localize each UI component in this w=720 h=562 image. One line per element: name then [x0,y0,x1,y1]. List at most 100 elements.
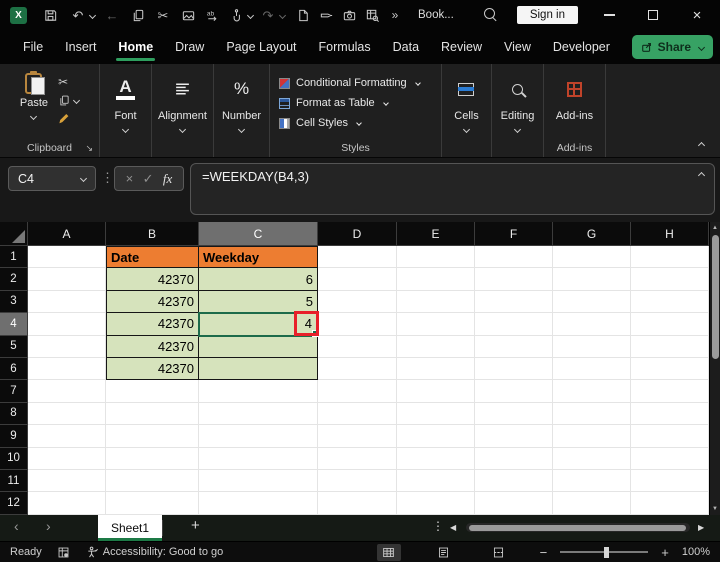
cell-e5[interactable] [397,335,475,358]
cell-g3[interactable] [553,290,631,314]
share-button[interactable]: Share [631,35,713,59]
maximize-button[interactable] [644,6,662,24]
formula-bar-ellipsis-icon[interactable]: ⋮ [101,170,114,186]
cell-g6[interactable] [553,357,631,381]
row-header-1[interactable]: 1 [0,246,28,269]
vertical-scrollbar-thumb[interactable] [712,235,719,359]
cell-c3[interactable]: 5 [199,290,318,314]
row-header-12[interactable]: 12 [0,492,28,515]
column-header-b[interactable]: B [106,222,199,246]
cell-c2[interactable]: 6 [199,268,318,291]
cell-d2[interactable] [318,268,397,291]
tab-data[interactable]: Data [382,30,430,64]
cell-f6[interactable] [475,357,553,381]
cell-f10[interactable] [475,447,553,470]
find-replace-icon[interactable]: ab [203,6,221,24]
cell-b11[interactable] [106,469,199,493]
cell-c12[interactable] [199,492,318,515]
cell-a3[interactable] [28,290,106,314]
page-break-view-button[interactable] [487,544,511,561]
cell-d9[interactable] [318,425,397,448]
cell-b8[interactable] [106,402,199,426]
zoom-slider-thumb[interactable] [604,546,610,558]
cell-e1[interactable] [397,246,475,269]
cell-b5[interactable]: 42370 [106,335,199,358]
cell-e3[interactable] [397,290,475,314]
copy-icon[interactable] [129,6,147,24]
normal-view-button[interactable] [376,543,401,561]
column-header-h[interactable]: H [631,222,709,246]
cell-g1[interactable] [553,246,631,269]
cell-e2[interactable] [397,268,475,291]
select-all-corner[interactable] [0,222,28,246]
row-header-6[interactable]: 6 [0,357,28,381]
cell-a7[interactable] [28,380,106,403]
undo-chevron-icon[interactable] [88,11,97,19]
new-file-icon[interactable] [294,6,312,24]
tab-file[interactable]: File [12,30,54,64]
cell-c1[interactable]: Weekday [199,246,318,269]
cell-g7[interactable] [553,380,631,403]
clipboard-dialog-launcher-icon[interactable]: ↘ [85,143,93,154]
cell-a10[interactable] [28,447,106,470]
cell-h6[interactable] [631,357,709,381]
tab-draw[interactable]: Draw [164,30,215,64]
scroll-down-icon[interactable]: ▼ [710,506,720,512]
cell-h1[interactable] [631,246,709,269]
cell-c9[interactable] [199,425,318,448]
cells-button[interactable]: Cells [454,71,479,134]
cell-a12[interactable] [28,492,106,515]
row-header-2[interactable]: 2 [0,268,28,291]
cell-b1[interactable]: Date [106,246,199,269]
cell-c4[interactable]: 4 [198,311,319,337]
cut-icon[interactable]: ✂ [154,6,172,24]
sheet-tab-sheet1[interactable]: Sheet1 [98,515,163,541]
cell-a5[interactable] [28,335,106,358]
copy-button[interactable] [58,93,81,107]
addins-button[interactable]: Add-ins [556,71,593,122]
cell-f1[interactable] [475,246,553,269]
cell-f9[interactable] [475,425,553,448]
cell-a9[interactable] [28,425,106,448]
name-box[interactable]: C4 [8,166,96,191]
column-header-a[interactable]: A [28,222,106,246]
cell-b10[interactable] [106,447,199,470]
sign-in-button[interactable]: Sign in [516,6,578,24]
undo-icon[interactable]: ↶ [69,6,87,24]
cell-e7[interactable] [397,380,475,403]
cell-h11[interactable] [631,469,709,493]
tab-home[interactable]: Home [107,30,164,64]
conditional-formatting-button[interactable]: Conditional Formatting [270,73,441,93]
cell-f7[interactable] [475,380,553,403]
cell-a8[interactable] [28,402,106,426]
cell-h2[interactable] [631,268,709,291]
cell-d11[interactable] [318,469,397,493]
search-icon[interactable] [483,7,499,23]
cell-c10[interactable] [199,447,318,470]
horizontal-scrollbar-thumb[interactable] [469,524,686,531]
format-painter-button[interactable] [58,111,79,125]
tab-page-layout[interactable]: Page Layout [215,30,307,64]
cell-e12[interactable] [397,492,475,515]
cell-b4[interactable]: 42370 [106,313,199,336]
cell-a4[interactable] [28,313,106,336]
cell-a2[interactable] [28,268,106,291]
cell-h3[interactable] [631,290,709,314]
formula-input[interactable]: =WEEKDAY(B4,3) [190,163,715,215]
accessibility-status[interactable]: Accessibility: Good to go [86,546,223,559]
editing-button[interactable]: Editing [501,71,534,134]
cut-button[interactable]: ✂ [58,75,79,89]
ink-pen-icon[interactable] [317,6,335,24]
cell-f11[interactable] [475,469,553,493]
cell-h7[interactable] [631,380,709,403]
cell-f3[interactable] [475,290,553,314]
scroll-up-icon[interactable]: ▲ [710,225,720,231]
page-layout-view-button[interactable] [432,544,456,561]
insert-function-icon[interactable]: fx [163,171,172,187]
cell-f8[interactable] [475,402,553,426]
cell-d3[interactable] [318,290,397,314]
cell-c7[interactable] [199,380,318,403]
cell-d10[interactable] [318,447,397,470]
cell-g10[interactable] [553,447,631,470]
row-header-10[interactable]: 10 [0,447,28,470]
